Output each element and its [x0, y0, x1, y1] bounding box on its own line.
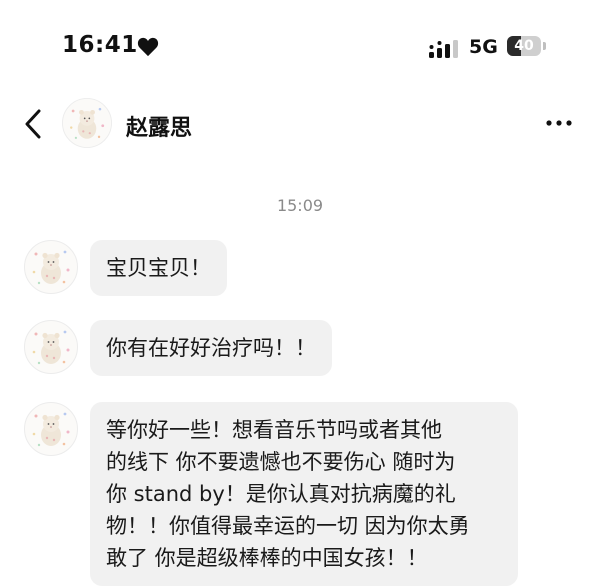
network-type: 5G: [469, 36, 498, 58]
message-bubble[interactable]: 你有在好好治疗吗！！: [90, 320, 332, 376]
battery-indicator: 40: [507, 36, 547, 58]
status-bar: 16:41 5G 40: [0, 0, 600, 96]
status-time: 16:41: [62, 32, 138, 58]
heart-icon: [137, 37, 159, 57]
battery-level: 40: [514, 38, 534, 54]
more-horizontal-icon[interactable]: [542, 110, 576, 136]
chevron-left-icon[interactable]: [20, 106, 46, 142]
battery-cap: [543, 42, 546, 50]
contact-name[interactable]: 赵露思: [126, 110, 192, 142]
contact-avatar[interactable]: [62, 98, 112, 148]
sender-avatar[interactable]: [24, 240, 78, 294]
message-bubble[interactable]: 等你好一些！想看音乐节吗或者其他 的线下 你不要遗憾也不要伤心 随时为 你 st…: [90, 402, 518, 586]
sender-avatar[interactable]: [24, 320, 78, 374]
message-timestamp: 15:09: [276, 196, 324, 215]
chat-header: 赵露思: [0, 96, 600, 152]
signal-icon: [429, 40, 458, 58]
message-bubble[interactable]: 宝贝宝贝！: [90, 240, 227, 296]
sender-avatar[interactable]: [24, 402, 78, 456]
